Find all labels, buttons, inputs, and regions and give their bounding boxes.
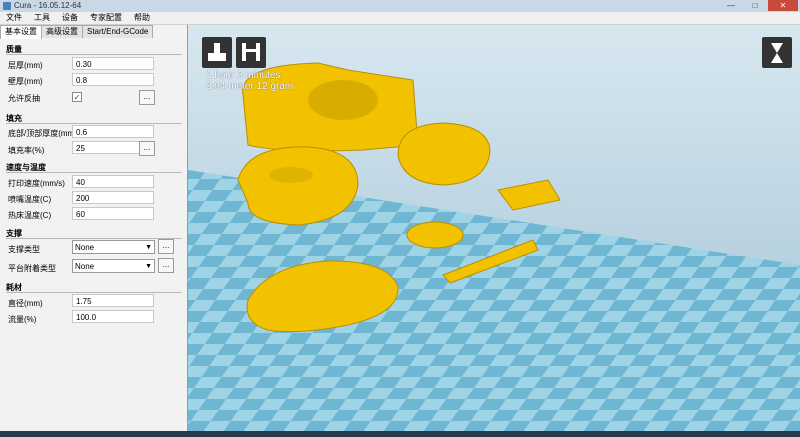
- support-more-button[interactable]: ...: [158, 239, 174, 254]
- nozzle-temp-label: 喷嘴温度(C): [8, 195, 52, 204]
- retraction-more-button[interactable]: ...: [139, 90, 155, 105]
- print-estimate: 1 hour 3 minutes 3.94 meter 12 gram: [206, 70, 293, 92]
- model-gear-left-boss: [269, 167, 313, 183]
- save-toolpath-icon: [242, 43, 260, 61]
- print-time-text: 1 hour 3 minutes: [206, 70, 281, 81]
- menu-bar: 文件 工具 设备 专家配置 帮助: [0, 12, 800, 25]
- menu-tools[interactable]: 工具: [28, 12, 56, 24]
- fill-more-button[interactable]: ...: [139, 141, 155, 156]
- view-mode-button[interactable]: [762, 37, 792, 68]
- menu-machine[interactable]: 设备: [56, 12, 84, 24]
- print-speed-label: 打印速度(mm/s): [8, 179, 65, 188]
- bottom-top-thickness-input[interactable]: 0.6: [72, 125, 154, 138]
- save-toolpath-button[interactable]: [236, 37, 266, 68]
- dropdown-arrow-icon: ▼: [145, 244, 152, 251]
- model-bracket-hole: [308, 80, 378, 120]
- window-controls: — □ ✕: [720, 0, 798, 12]
- shell-thickness-label: 壁厚(mm): [8, 77, 43, 86]
- cura-app-icon: [3, 2, 11, 10]
- model-gear-left: [237, 146, 359, 226]
- support-type-label: 支撑类型: [8, 245, 40, 254]
- taskbar: [0, 431, 800, 437]
- tab-basic[interactable]: 基本设置: [0, 25, 42, 39]
- model-gear-right: [397, 122, 491, 186]
- shell-thickness-input[interactable]: 0.8: [72, 73, 154, 86]
- menu-help[interactable]: 帮助: [128, 12, 156, 24]
- tab-advanced[interactable]: 高级设置: [41, 25, 83, 38]
- divider: [6, 238, 182, 239]
- flow-label: 流量(%): [8, 315, 37, 324]
- load-model-button[interactable]: [202, 37, 232, 68]
- load-model-icon: [208, 43, 226, 61]
- settings-tabs: 基本设置 高级设置 Start/End-GCode: [0, 25, 154, 39]
- maximize-button[interactable]: □: [744, 0, 766, 11]
- settings-panel: 基本设置 高级设置 Start/End-GCode 质量 层厚(mm) 0.30…: [0, 25, 188, 431]
- divider: [6, 123, 182, 124]
- adhesion-type-label: 平台附着类型: [8, 264, 56, 273]
- minimize-button[interactable]: —: [720, 0, 742, 11]
- menu-file[interactable]: 文件: [0, 12, 28, 24]
- tab-gcode[interactable]: Start/End-GCode: [82, 25, 154, 38]
- model-knob: [406, 221, 464, 249]
- diameter-label: 直径(mm): [8, 299, 43, 308]
- adhesion-more-button[interactable]: ...: [158, 258, 174, 273]
- bottom-top-thickness-label: 底部/顶部厚度(mm): [8, 129, 77, 138]
- nozzle-temp-input[interactable]: 200: [72, 191, 154, 204]
- retraction-label: 允许反抽: [8, 94, 40, 103]
- menu-expert[interactable]: 专家配置: [84, 12, 128, 24]
- layer-height-input[interactable]: 0.30: [72, 57, 154, 70]
- layer-height-label: 层厚(mm): [8, 61, 43, 70]
- adhesion-type-select[interactable]: None ▼: [72, 259, 155, 273]
- diameter-input[interactable]: 1.75: [72, 294, 154, 307]
- close-button[interactable]: ✕: [768, 0, 798, 11]
- dropdown-arrow-icon: ▼: [145, 263, 152, 270]
- print-speed-input[interactable]: 40: [72, 175, 154, 188]
- bed-temp-label: 热床温度(C): [8, 211, 52, 220]
- bed-temp-input[interactable]: 60: [72, 207, 154, 220]
- divider: [6, 54, 182, 55]
- divider: [6, 292, 182, 293]
- fill-density-label: 填充率(%): [8, 146, 45, 155]
- support-type-value: None: [75, 243, 95, 252]
- divider: [6, 172, 182, 173]
- flow-input[interactable]: 100.0: [72, 310, 154, 323]
- support-type-select[interactable]: None ▼: [72, 240, 155, 254]
- window-title: Cura - 16.05.12-64: [14, 1, 82, 10]
- print-material-text: 3.94 meter 12 gram: [206, 81, 294, 92]
- adhesion-type-value: None: [75, 262, 95, 271]
- retraction-checkbox[interactable]: ✓: [72, 92, 82, 102]
- view-mode-icon: [771, 43, 783, 63]
